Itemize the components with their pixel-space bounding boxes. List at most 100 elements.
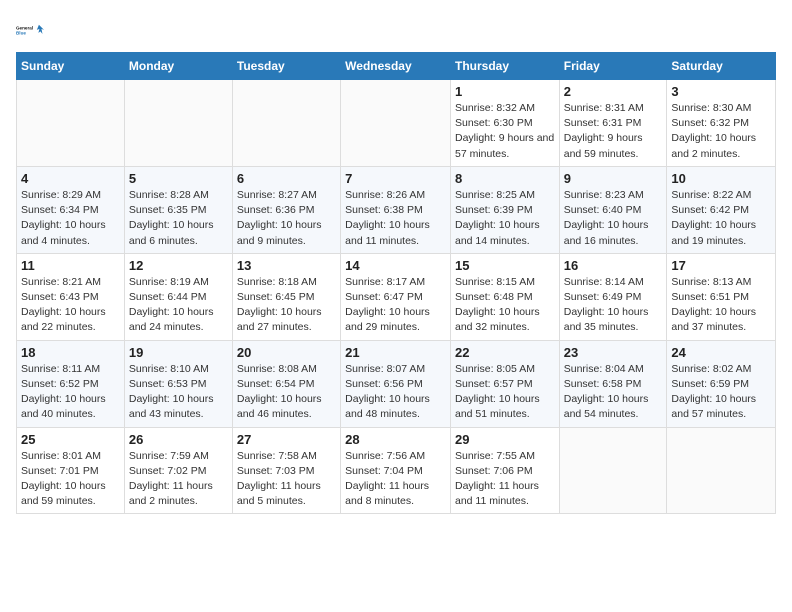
day-info: Sunrise: 8:19 AM Sunset: 6:44 PM Dayligh… (129, 275, 228, 336)
day-cell: 15Sunrise: 8:15 AM Sunset: 6:48 PM Dayli… (450, 253, 559, 340)
weekday-header-monday: Monday (124, 53, 232, 80)
day-info: Sunrise: 8:31 AM Sunset: 6:31 PM Dayligh… (564, 101, 663, 162)
day-info: Sunrise: 8:27 AM Sunset: 6:36 PM Dayligh… (237, 188, 336, 249)
day-cell (667, 427, 776, 514)
day-cell: 29 Sunrise: 7:55 AM Sunset: 7:06 PM Dayli… (450, 427, 559, 514)
day-info: Sunrise: 8:23 AM Sunset: 6:40 PM Dayligh… (564, 188, 663, 249)
day-info: Sunrise: 8:14 AM Sunset: 6:49 PM Dayligh… (564, 275, 663, 336)
day-number: 14 (345, 258, 446, 273)
day-cell (124, 80, 232, 167)
day-cell: 25 Sunrise: 8:01 AM Sunset: 7:01 PM Dayli… (17, 427, 125, 514)
day-info: Sunrise: 8:17 AM Sunset: 6:47 PM Dayligh… (345, 275, 446, 336)
day-cell: 21 Sunrise: 8:07 AM Sunset: 6:56 PM Dayli… (341, 340, 451, 427)
day-number: 19 (129, 345, 228, 360)
weekday-header-saturday: Saturday (667, 53, 776, 80)
day-info: Sunrise: 7:59 AM Sunset: 7:02 PM Dayligh… (129, 449, 228, 510)
day-cell: 27 Sunrise: 7:58 AM Sunset: 7:03 PM Dayli… (232, 427, 340, 514)
day-cell: 24 Sunrise: 8:02 AM Sunset: 6:59 PM Dayli… (667, 340, 776, 427)
day-info: Sunrise: 8:10 AM Sunset: 6:53 PM Dayligh… (129, 362, 228, 423)
week-row-4: 18 Sunrise: 8:11 AM Sunset: 6:52 PM Dayli… (17, 340, 776, 427)
day-number: 20 (237, 345, 336, 360)
weekday-header-friday: Friday (559, 53, 667, 80)
day-number: 22 (455, 345, 555, 360)
svg-text:Blue: Blue (16, 30, 26, 35)
day-info: Sunrise: 8:28 AM Sunset: 6:35 PM Dayligh… (129, 188, 228, 249)
day-info: Sunrise: 8:26 AM Sunset: 6:38 PM Dayligh… (345, 188, 446, 249)
day-number: 29 (455, 432, 555, 447)
day-cell: 10Sunrise: 8:22 AM Sunset: 6:42 PM Dayli… (667, 166, 776, 253)
day-cell: 22 Sunrise: 8:05 AM Sunset: 6:57 PM Dayli… (450, 340, 559, 427)
day-number: 9 (564, 171, 663, 186)
day-cell: 11Sunrise: 8:21 AM Sunset: 6:43 PM Dayli… (17, 253, 125, 340)
week-row-1: 1 Sunrise: 8:32 AM Sunset: 6:30 PM Daylig… (17, 80, 776, 167)
day-info: Sunrise: 8:22 AM Sunset: 6:42 PM Dayligh… (671, 188, 771, 249)
day-cell: 6 Sunrise: 8:27 AM Sunset: 6:36 PM Daylig… (232, 166, 340, 253)
day-cell: 3Sunrise: 8:30 AM Sunset: 6:32 PM Daylig… (667, 80, 776, 167)
day-cell: 2 Sunrise: 8:31 AM Sunset: 6:31 PM Daylig… (559, 80, 667, 167)
day-info: Sunrise: 7:55 AM Sunset: 7:06 PM Dayligh… (455, 449, 555, 510)
day-info: Sunrise: 8:08 AM Sunset: 6:54 PM Dayligh… (237, 362, 336, 423)
day-number: 27 (237, 432, 336, 447)
day-number: 16 (564, 258, 663, 273)
day-number: 24 (671, 345, 771, 360)
day-info: Sunrise: 8:02 AM Sunset: 6:59 PM Dayligh… (671, 362, 771, 423)
day-cell: 12 Sunrise: 8:19 AM Sunset: 6:44 PM Dayli… (124, 253, 232, 340)
day-number: 2 (564, 84, 663, 99)
day-info: Sunrise: 8:29 AM Sunset: 6:34 PM Dayligh… (21, 188, 120, 249)
day-number: 12 (129, 258, 228, 273)
day-number: 6 (237, 171, 336, 186)
weekday-header-wednesday: Wednesday (341, 53, 451, 80)
day-info: Sunrise: 8:18 AM Sunset: 6:45 PM Dayligh… (237, 275, 336, 336)
day-info: Sunrise: 8:32 AM Sunset: 6:30 PM Dayligh… (455, 101, 555, 162)
logo-icon: GeneralBlue (16, 16, 44, 44)
day-info: Sunrise: 8:11 AM Sunset: 6:52 PM Dayligh… (21, 362, 120, 423)
day-cell: 26 Sunrise: 7:59 AM Sunset: 7:02 PM Dayli… (124, 427, 232, 514)
day-number: 4 (21, 171, 120, 186)
day-cell (559, 427, 667, 514)
day-cell: 19 Sunrise: 8:10 AM Sunset: 6:53 PM Dayli… (124, 340, 232, 427)
day-info: Sunrise: 7:56 AM Sunset: 7:04 PM Dayligh… (345, 449, 446, 510)
week-row-5: 25 Sunrise: 8:01 AM Sunset: 7:01 PM Dayli… (17, 427, 776, 514)
day-info: Sunrise: 8:15 AM Sunset: 6:48 PM Dayligh… (455, 275, 555, 336)
day-number: 26 (129, 432, 228, 447)
day-info: Sunrise: 7:58 AM Sunset: 7:03 PM Dayligh… (237, 449, 336, 510)
day-number: 8 (455, 171, 555, 186)
day-info: Sunrise: 8:07 AM Sunset: 6:56 PM Dayligh… (345, 362, 446, 423)
day-number: 1 (455, 84, 555, 99)
weekday-header-sunday: Sunday (17, 53, 125, 80)
day-info: Sunrise: 8:21 AM Sunset: 6:43 PM Dayligh… (21, 275, 120, 336)
calendar-table: SundayMondayTuesdayWednesdayThursdayFrid… (16, 52, 776, 514)
weekday-header-thursday: Thursday (450, 53, 559, 80)
day-cell: 4 Sunrise: 8:29 AM Sunset: 6:34 PM Daylig… (17, 166, 125, 253)
day-cell: 9 Sunrise: 8:23 AM Sunset: 6:40 PM Daylig… (559, 166, 667, 253)
day-cell: 14 Sunrise: 8:17 AM Sunset: 6:47 PM Dayli… (341, 253, 451, 340)
day-number: 25 (21, 432, 120, 447)
day-number: 13 (237, 258, 336, 273)
day-number: 17 (671, 258, 771, 273)
day-cell: 17Sunrise: 8:13 AM Sunset: 6:51 PM Dayli… (667, 253, 776, 340)
weekday-header-row: SundayMondayTuesdayWednesdayThursdayFrid… (17, 53, 776, 80)
day-info: Sunrise: 8:01 AM Sunset: 7:01 PM Dayligh… (21, 449, 120, 510)
day-cell (341, 80, 451, 167)
day-cell: 20 Sunrise: 8:08 AM Sunset: 6:54 PM Dayli… (232, 340, 340, 427)
day-info: Sunrise: 8:30 AM Sunset: 6:32 PM Dayligh… (671, 101, 771, 162)
day-info: Sunrise: 8:25 AM Sunset: 6:39 PM Dayligh… (455, 188, 555, 249)
day-cell: 28Sunrise: 7:56 AM Sunset: 7:04 PM Dayli… (341, 427, 451, 514)
svg-text:General: General (16, 25, 33, 30)
day-number: 5 (129, 171, 228, 186)
logo: GeneralBlue (16, 16, 44, 44)
day-cell: 8 Sunrise: 8:25 AM Sunset: 6:39 PM Daylig… (450, 166, 559, 253)
day-cell: 18 Sunrise: 8:11 AM Sunset: 6:52 PM Dayli… (17, 340, 125, 427)
day-cell: 23Sunrise: 8:04 AM Sunset: 6:58 PM Dayli… (559, 340, 667, 427)
week-row-3: 11Sunrise: 8:21 AM Sunset: 6:43 PM Dayli… (17, 253, 776, 340)
day-info: Sunrise: 8:05 AM Sunset: 6:57 PM Dayligh… (455, 362, 555, 423)
day-cell (232, 80, 340, 167)
day-cell: 16 Sunrise: 8:14 AM Sunset: 6:49 PM Dayli… (559, 253, 667, 340)
weekday-header-tuesday: Tuesday (232, 53, 340, 80)
day-number: 21 (345, 345, 446, 360)
day-info: Sunrise: 8:04 AM Sunset: 6:58 PM Dayligh… (564, 362, 663, 423)
day-number: 18 (21, 345, 120, 360)
week-row-2: 4 Sunrise: 8:29 AM Sunset: 6:34 PM Daylig… (17, 166, 776, 253)
day-cell: 1 Sunrise: 8:32 AM Sunset: 6:30 PM Daylig… (450, 80, 559, 167)
day-cell (17, 80, 125, 167)
